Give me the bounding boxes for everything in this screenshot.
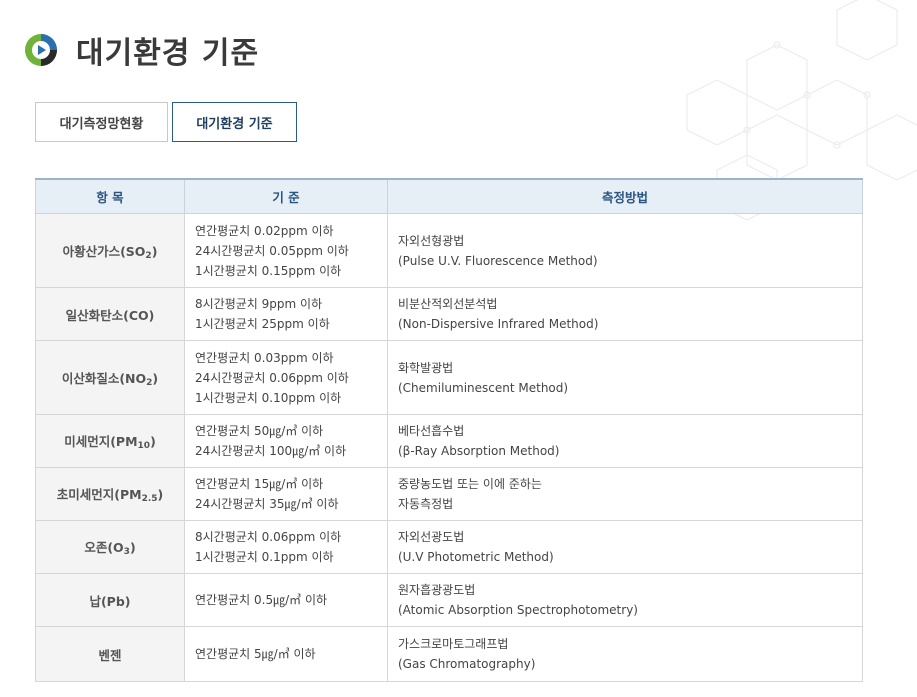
pollutant-label-tail: ) bbox=[150, 434, 156, 449]
tab-air-quality-standards[interactable]: 대기환경 기준 bbox=[172, 102, 297, 142]
pollutant-label: 아황산가스(SO bbox=[62, 243, 146, 259]
standard-line: 연간평균치 15㎍/㎥ 이하 bbox=[195, 477, 324, 491]
standard-line: 8시간평균치 0.06ppm 이하 bbox=[195, 530, 342, 544]
pollutant-subscript: 2.5 bbox=[141, 494, 158, 504]
table-row: 벤젠 연간평균치 5㎍/㎥ 이하 가스크로마토그래프법 (Gas Chromatogr… bbox=[35, 626, 863, 682]
table-row: 일산화탄소(CO) 8시간평균치 9ppm 이하 1시간평균치 25ppm 이하 비분… bbox=[35, 287, 863, 341]
header-method: 측정방법 bbox=[387, 178, 863, 214]
table-row: 납(Pb) 연간평균치 0.5㎍/㎥ 이하 원자흡광광도법 (Atomic Absor… bbox=[35, 573, 863, 627]
method-cell: 중량농도법 또는 이에 준하는자동측정법 bbox=[387, 467, 863, 521]
table-row: 이산화질소(NO2) 연간평균치 0.03ppm 이하 24시간평균치 0.06pp… bbox=[35, 340, 863, 415]
air-quality-standards-table: 항 목 기 준 측정방법 아황산가스(SO2) 연간평균치 0.02ppm 이하 2… bbox=[35, 178, 863, 682]
method-line: 자외선광도법 bbox=[398, 530, 465, 544]
standard-line: 1시간평균치 0.1ppm 이하 bbox=[195, 550, 334, 564]
pollutant-name: 벤젠 bbox=[35, 626, 185, 682]
standard-line: 24시간평균치 35㎍/㎥ 이하 bbox=[195, 497, 339, 511]
play-circle-icon bbox=[24, 33, 58, 67]
table-row: 아황산가스(SO2) 연간평균치 0.02ppm 이하 24시간평균치 0.05pp… bbox=[35, 213, 863, 288]
method-line: 원자흡광광도법 bbox=[398, 583, 476, 597]
standard-line: 연간평균치 0.5㎍/㎥ 이하 bbox=[195, 593, 328, 607]
pollutant-label: 납(Pb) bbox=[89, 593, 131, 609]
standard-line: 연간평균치 0.03ppm 이하 bbox=[195, 350, 334, 365]
method-line: (Non-Dispersive Infrared Method) bbox=[398, 317, 599, 331]
standard-cell: 8시간평균치 0.06ppm 이하 1시간평균치 0.1ppm 이하 bbox=[184, 520, 388, 574]
pollutant-label-tail: ) bbox=[152, 370, 159, 386]
pollutant-name: 이산화질소(NO2) bbox=[35, 340, 185, 415]
method-line: 자외선형광법 bbox=[398, 233, 465, 248]
standard-cell: 연간평균치 50㎍/㎥ 이하 24시간평균치 100㎍/㎥ 이하 bbox=[184, 414, 388, 468]
method-line: 베타선흡수법 bbox=[398, 424, 465, 438]
standard-line: 24시간평균치 100㎍/㎥ 이하 bbox=[195, 444, 347, 458]
standard-line: 1시간평균치 25ppm 이하 bbox=[195, 317, 330, 331]
pollutant-label: 오존(O bbox=[84, 540, 124, 555]
pollutant-name: 미세먼지(PM10) bbox=[35, 414, 185, 468]
standard-cell: 연간평균치 0.5㎍/㎥ 이하 bbox=[184, 573, 388, 627]
standard-cell: 8시간평균치 9ppm 이하 1시간평균치 25ppm 이하 bbox=[184, 287, 388, 341]
method-line: (Pulse U.V. Fluorescence Method) bbox=[398, 253, 598, 268]
pollutant-name: 아황산가스(SO2) bbox=[35, 213, 185, 288]
method-cell: 베타선흡수법 (β-Ray Absorption Method) bbox=[387, 414, 863, 468]
table-header-row: 항 목 기 준 측정방법 bbox=[35, 178, 863, 214]
pollutant-label-tail: ) bbox=[129, 540, 136, 555]
method-line: 화학발광법 bbox=[398, 360, 454, 375]
method-line: 비분산적외선분석법 bbox=[398, 297, 498, 311]
standard-cell: 연간평균치 5㎍/㎥ 이하 bbox=[184, 626, 388, 682]
method-cell: 원자흡광광도법 (Atomic Absorption Spectrophotome… bbox=[387, 573, 863, 627]
standard-line: 연간평균치 50㎍/㎥ 이하 bbox=[195, 424, 324, 438]
table-row: 오존(O3) 8시간평균치 0.06ppm 이하 1시간평균치 0.1ppm 이하 자… bbox=[35, 520, 863, 574]
method-line: (Gas Chromatography) bbox=[398, 657, 536, 671]
pollutant-name: 오존(O3) bbox=[35, 520, 185, 574]
standard-line: 1시간평균치 0.15ppm 이하 bbox=[195, 263, 342, 278]
method-line: (β-Ray Absorption Method) bbox=[398, 444, 560, 458]
method-cell: 자외선광도법 (U.V Photometric Method) bbox=[387, 520, 863, 574]
page-title: 대기환경 기준 bbox=[76, 36, 260, 71]
method-cell: 가스크로마토그래프법 (Gas Chromatography) bbox=[387, 626, 863, 682]
method-line: (U.V Photometric Method) bbox=[398, 550, 554, 564]
page-header: 대기환경 기준 bbox=[24, 28, 259, 72]
standard-cell: 연간평균치 0.02ppm 이하 24시간평균치 0.05ppm 이하 1시간평균치… bbox=[184, 213, 388, 288]
pollutant-name: 일산화탄소(CO) bbox=[35, 287, 185, 341]
pollutant-subscript: 10 bbox=[137, 441, 151, 451]
tab-bar: 대기측정망현황 대기환경 기준 bbox=[35, 102, 297, 142]
method-line: 가스크로마토그래프법 bbox=[398, 637, 509, 651]
pollutant-label: 일산화탄소(CO) bbox=[65, 307, 155, 323]
standard-line: 24시간평균치 0.05ppm 이하 bbox=[195, 243, 349, 258]
pollutant-label: 이산화질소(NO bbox=[61, 370, 147, 386]
pollutant-label: 초미세먼지(PM bbox=[56, 487, 142, 502]
standard-line: 8시간평균치 9ppm 이하 bbox=[195, 297, 323, 311]
method-cell: 비분산적외선분석법 (Non-Dispersive Infrared Method… bbox=[387, 287, 863, 341]
method-line: (Atomic Absorption Spectrophotometry) bbox=[398, 603, 638, 617]
tab-monitoring-network[interactable]: 대기측정망현황 bbox=[35, 102, 168, 142]
standard-line: 1시간평균치 0.10ppm 이하 bbox=[195, 390, 342, 405]
pollutant-label: 미세먼지(PM bbox=[64, 434, 138, 449]
standard-line: 24시간평균치 0.06ppm 이하 bbox=[195, 370, 349, 385]
method-line: 중량농도법 또는 이에 준하는 bbox=[398, 477, 542, 491]
pollutant-name: 초미세먼지(PM2.5) bbox=[35, 467, 185, 521]
method-line: (Chemiluminescent Method) bbox=[398, 380, 569, 395]
standard-cell: 연간평균치 0.03ppm 이하 24시간평균치 0.06ppm 이하 1시간평균치… bbox=[184, 340, 388, 415]
table-row: 초미세먼지(PM2.5) 연간평균치 15㎍/㎥ 이하 24시간평균치 35㎍/㎥ … bbox=[35, 467, 863, 521]
standard-line: 연간평균치 0.02ppm 이하 bbox=[195, 223, 334, 238]
header-standard: 기 준 bbox=[184, 178, 388, 214]
standard-cell: 연간평균치 15㎍/㎥ 이하 24시간평균치 35㎍/㎥ 이하 bbox=[184, 467, 388, 521]
pollutant-label-tail: ) bbox=[157, 487, 164, 502]
pollutant-label: 벤젠 bbox=[98, 647, 122, 663]
pollutant-label-tail: ) bbox=[151, 243, 158, 259]
standard-line: 연간평균치 5㎍/㎥ 이하 bbox=[195, 647, 316, 661]
method-cell: 자외선형광법 (Pulse U.V. Fluorescence Method) bbox=[387, 213, 863, 288]
method-line: 자동측정법 bbox=[398, 497, 454, 511]
header-item: 항 목 bbox=[35, 178, 185, 214]
pollutant-name: 납(Pb) bbox=[35, 573, 185, 627]
method-cell: 화학발광법 (Chemiluminescent Method) bbox=[387, 340, 863, 415]
table-row: 미세먼지(PM10) 연간평균치 50㎍/㎥ 이하 24시간평균치 100㎍/㎥ 이… bbox=[35, 414, 863, 468]
